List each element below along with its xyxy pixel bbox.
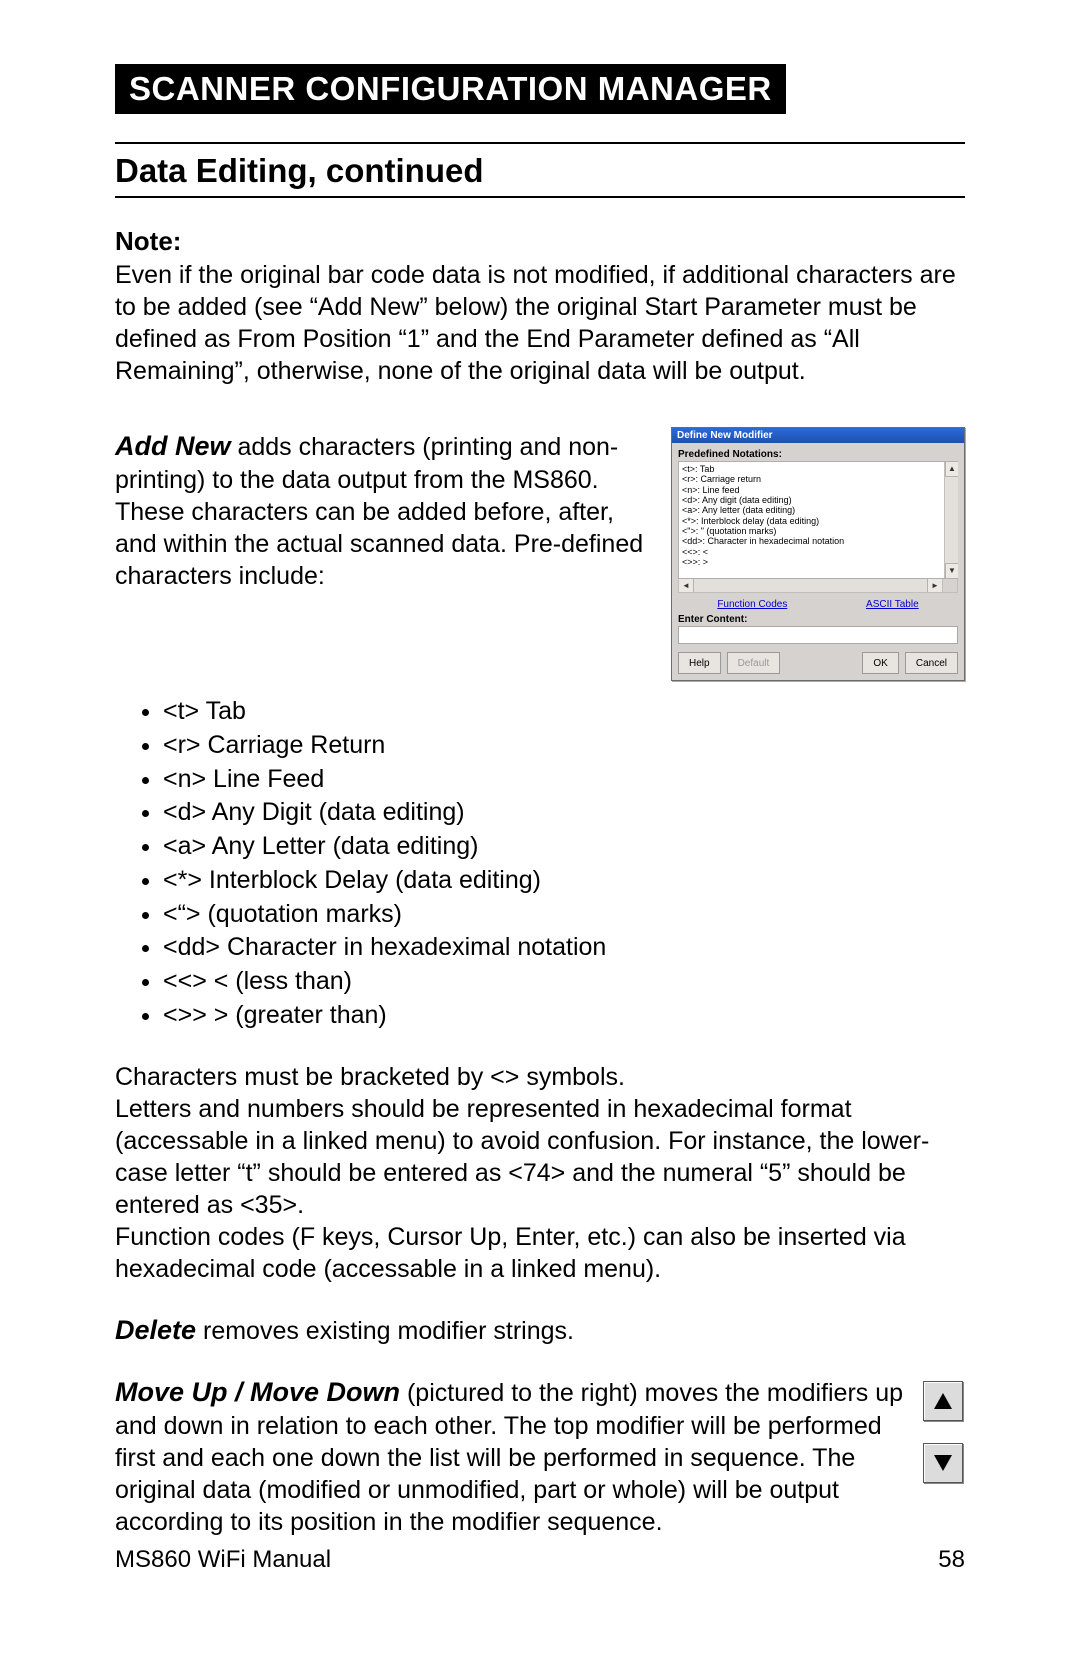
predefined-chars-bullets: <t> Tab <r> Carriage Return <n> Line Fee… [163, 695, 965, 1033]
notation-line: <t>: Tab [682, 464, 955, 474]
delete-para: Delete removes existing modifier strings… [115, 1313, 965, 1348]
chars-para1: Characters must be bracketed by <> symbo… [115, 1063, 625, 1091]
scroll-left-icon[interactable]: ◄ [679, 579, 694, 592]
predefined-notations-label: Predefined Notations: [678, 449, 958, 460]
move-para: Move Up / Move Down (pictured to the rig… [115, 1375, 905, 1538]
ascii-table-link[interactable]: ASCII Table [866, 599, 919, 610]
define-new-modifier-dialog: Define New Modifier Predefined Notations… [671, 427, 965, 681]
horizontal-scrollbar[interactable]: ◄ ► [678, 579, 943, 593]
add-new-lead: Add New [115, 431, 231, 461]
note-label: Note: [115, 226, 965, 257]
notation-line: <<>: < [682, 547, 955, 557]
notation-line: <d>: Any digit (data editing) [682, 495, 955, 505]
notation-line: <r>: Carriage return [682, 474, 955, 484]
notation-line: <*>: Interblock delay (data editing) [682, 516, 955, 526]
chars-bracket-note: Characters must be bracketed by <> symbo… [115, 1061, 965, 1285]
list-item: <*> Interblock Delay (data editing) [163, 864, 965, 898]
notation-line: <dd>: Character in hexadecimal notation [682, 536, 955, 546]
page-title-bar: SCANNER CONFIGURATION MANAGER [115, 64, 786, 114]
section-heading: Data Editing, continued [115, 142, 965, 198]
notation-line: <n>: Line feed [682, 485, 955, 495]
note-text: Even if the original bar code data is no… [115, 259, 965, 387]
scroll-up-icon[interactable]: ▲ [945, 461, 958, 477]
list-item: <r> Carriage Return [163, 729, 965, 763]
list-item: <<> < (less than) [163, 965, 965, 999]
vertical-scrollbar[interactable]: ▲ ▼ [944, 461, 958, 579]
cancel-button[interactable]: Cancel [905, 652, 958, 674]
dialog-titlebar: Define New Modifier [672, 428, 964, 443]
footer-manual-name: MS860 WiFi Manual [115, 1546, 331, 1574]
list-item: <d> Any Digit (data editing) [163, 796, 965, 830]
help-button[interactable]: Help [678, 652, 721, 674]
list-item: <t> Tab [163, 695, 965, 729]
ok-button[interactable]: OK [862, 652, 898, 674]
delete-desc: removes existing modifier strings. [196, 1317, 574, 1345]
list-item: <>> > (greater than) [163, 999, 965, 1033]
list-item: <n> Line Feed [163, 763, 965, 797]
predefined-notations-list[interactable]: <t>: Tab <r>: Carriage return <n>: Line … [678, 461, 958, 579]
list-item: <“> (quotation marks) [163, 898, 965, 932]
move-up-button[interactable] [923, 1381, 963, 1421]
add-new-para: Add New adds characters (printing and no… [115, 429, 653, 592]
enter-content-label: Enter Content: [678, 614, 958, 625]
notation-line: <a>: Any letter (data editing) [682, 505, 955, 515]
function-codes-link[interactable]: Function Codes [717, 599, 787, 610]
footer-page-number: 58 [938, 1546, 965, 1574]
move-lead: Move Up / Move Down [115, 1377, 400, 1407]
scroll-down-icon[interactable]: ▼ [945, 563, 958, 579]
scrollbar-corner [943, 579, 958, 593]
list-item: <a> Any Letter (data editing) [163, 830, 965, 864]
chars-para3: Function codes (F keys, Cursor Up, Enter… [115, 1223, 906, 1283]
delete-lead: Delete [115, 1315, 196, 1345]
list-item: <dd> Character in hexadeximal notation [163, 931, 965, 965]
enter-content-input[interactable] [678, 626, 958, 644]
default-button[interactable]: Default [727, 652, 781, 674]
chars-para2: Letters and numbers should be represente… [115, 1095, 929, 1219]
notation-line: <">: " (quotation marks) [682, 526, 955, 536]
scroll-right-icon[interactable]: ► [927, 579, 942, 592]
move-down-button[interactable] [923, 1443, 963, 1483]
notation-line: <>>: > [682, 557, 955, 567]
